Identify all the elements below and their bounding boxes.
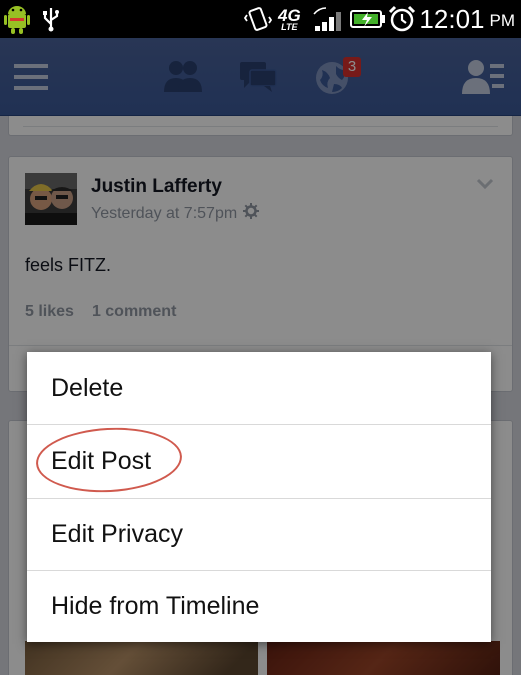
menu-item-label: Edit Privacy <box>51 520 183 548</box>
menu-item-edit-post[interactable]: Edit Post <box>27 424 491 498</box>
network-type: 4G LTE <box>278 0 301 38</box>
clock-time: 12:01 <box>419 3 485 34</box>
menu-item-label: Hide from Timeline <box>51 592 260 620</box>
highlight-circle <box>34 424 184 496</box>
signal-bars-icon <box>312 0 346 38</box>
clock-ampm: PM <box>489 11 516 30</box>
vibrate-icon <box>244 0 272 38</box>
network-label: 4G <box>278 5 301 25</box>
menu-item-hide-from-timeline[interactable]: Hide from Timeline <box>27 570 491 642</box>
menu-item-delete[interactable]: Delete <box>27 352 491 424</box>
menu-item-edit-privacy[interactable]: Edit Privacy <box>27 498 491 570</box>
usb-icon <box>40 0 62 38</box>
battery-charging-icon <box>350 0 386 38</box>
post-context-menu: Delete Edit Post Edit Privacy Hide from … <box>27 352 491 642</box>
android-icon <box>4 0 30 38</box>
status-bar: 4G LTE 12:01 PM <box>0 0 521 38</box>
menu-item-label: Delete <box>51 373 124 402</box>
network-sublabel: LTE <box>281 21 298 32</box>
clock: 12:01 PM <box>419 0 515 38</box>
alarm-clock-icon <box>388 0 416 38</box>
